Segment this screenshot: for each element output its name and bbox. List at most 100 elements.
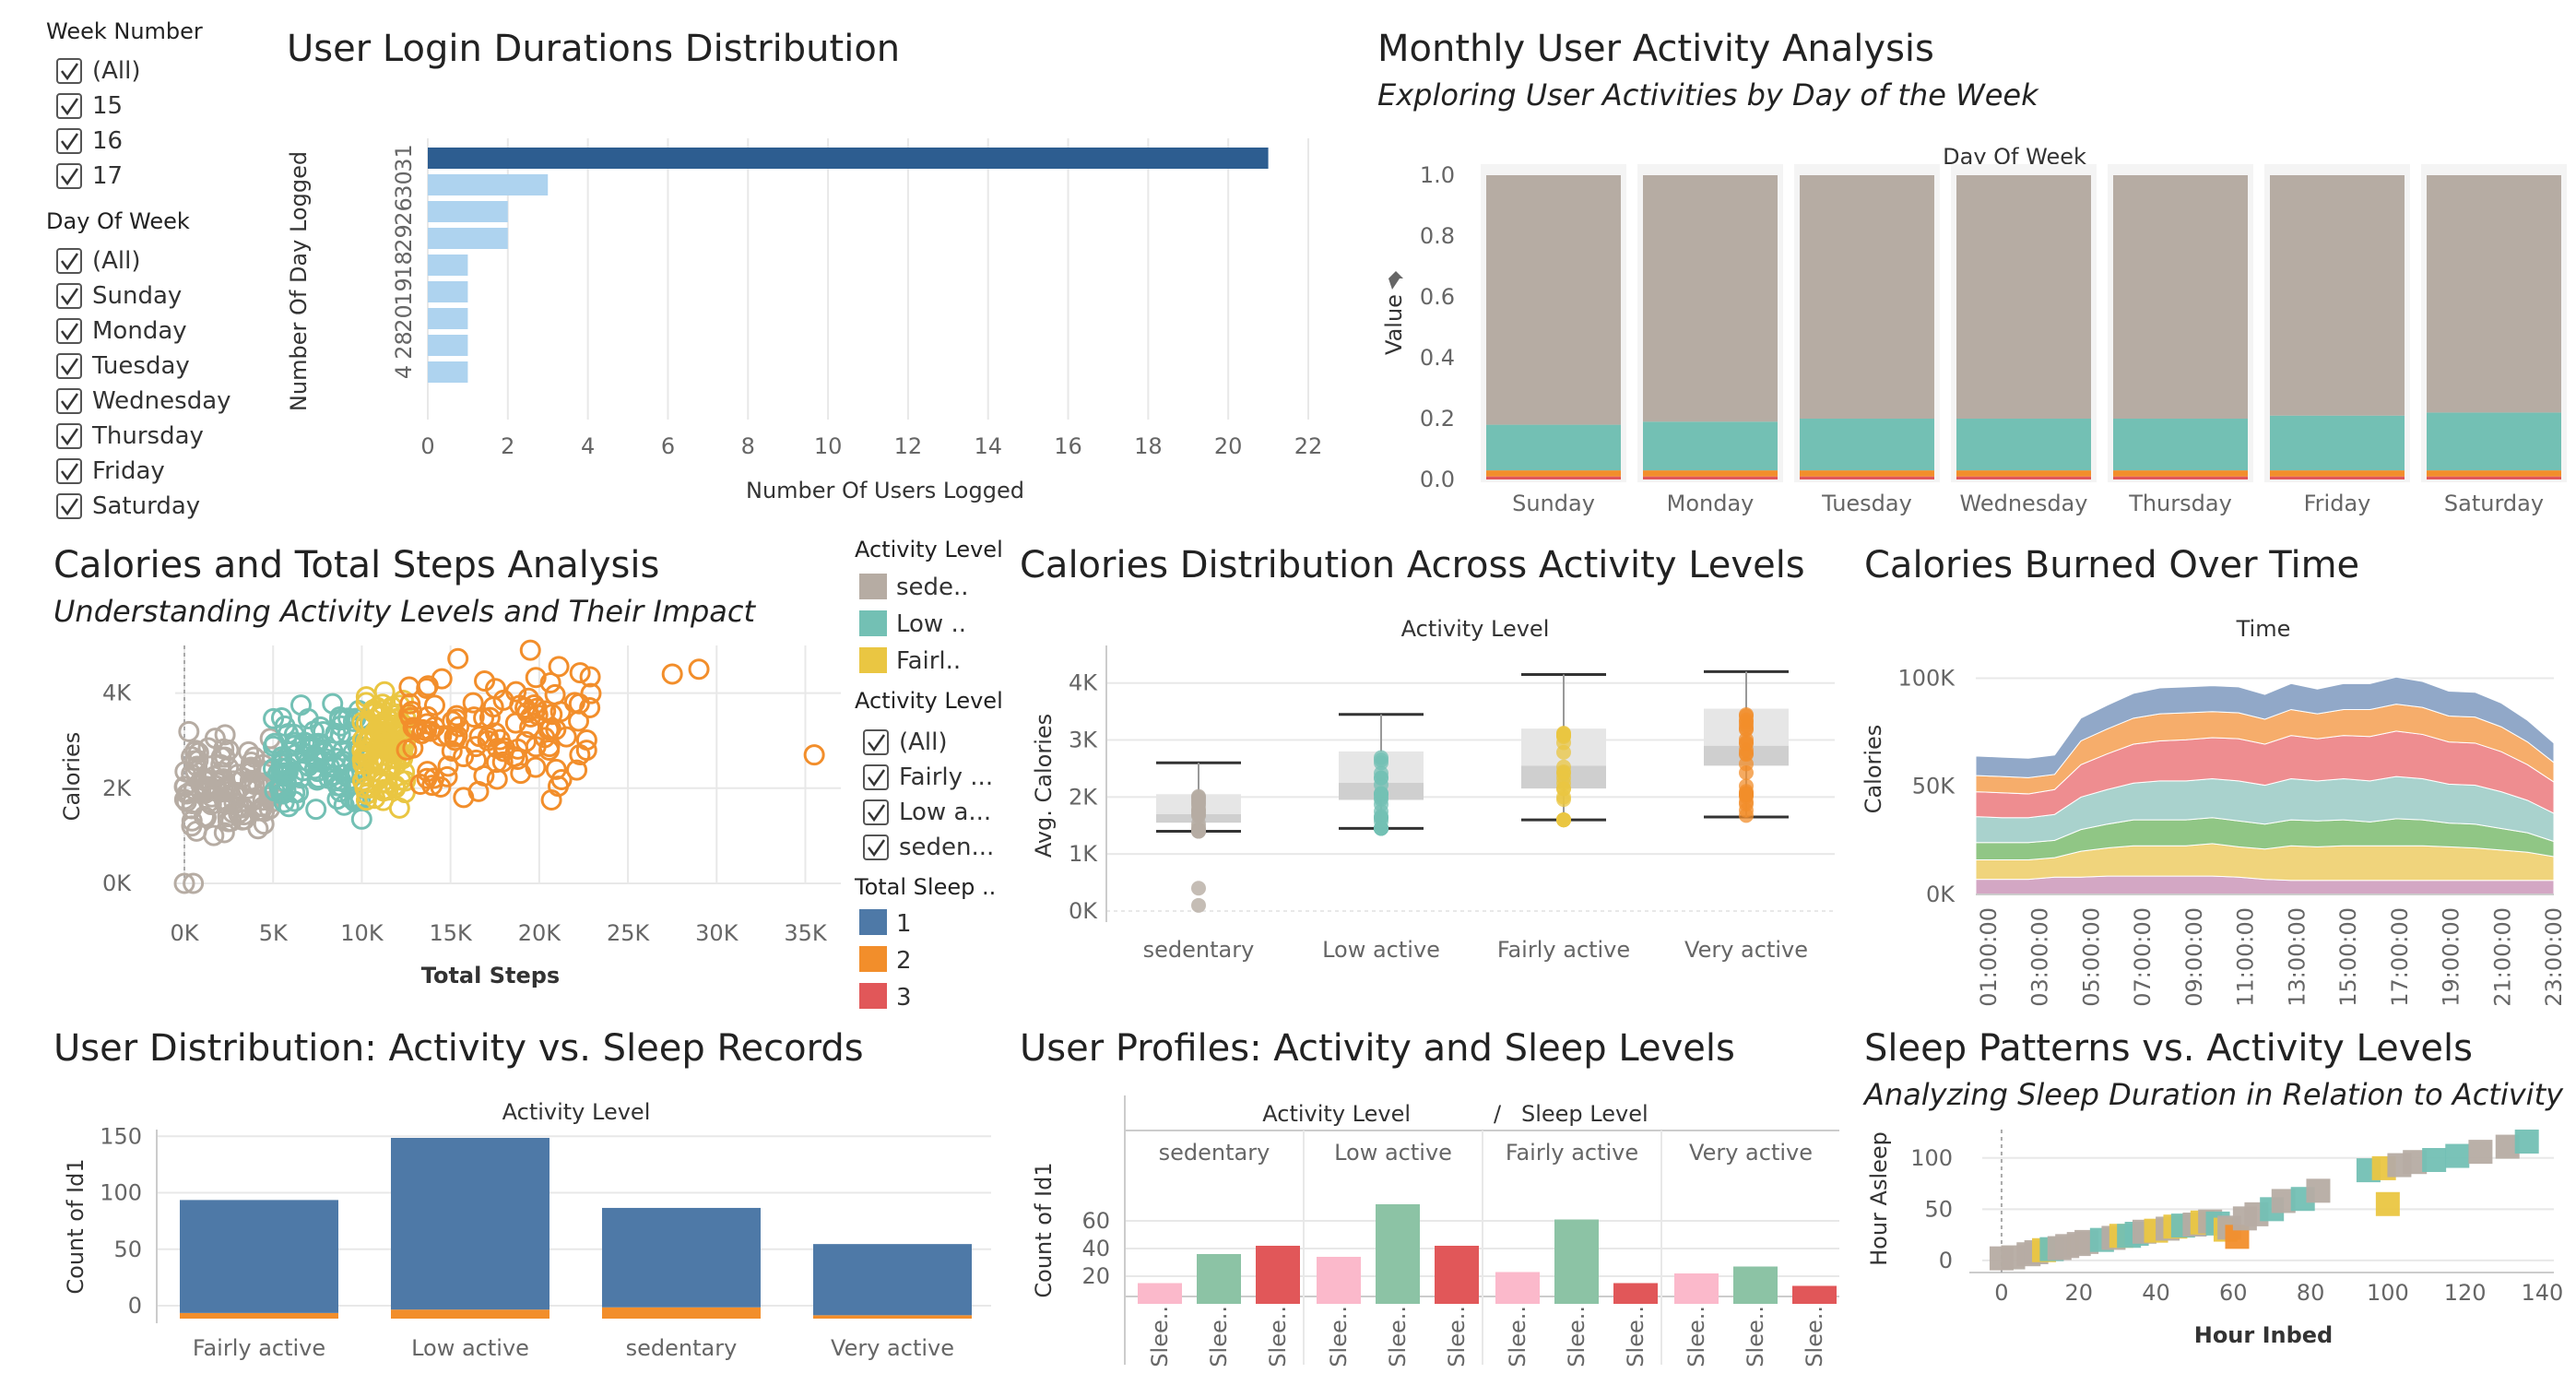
data-point[interactable] [1191, 823, 1206, 839]
outlier-point[interactable] [1191, 881, 1206, 896]
bar[interactable] [1197, 1254, 1241, 1304]
stacked-bar-segment[interactable] [1486, 424, 1621, 471]
stacked-bar-segment[interactable] [1486, 470, 1621, 477]
day-filter-item-box[interactable] [56, 388, 82, 414]
bar[interactable] [428, 148, 1269, 169]
data-point[interactable] [1556, 781, 1571, 797]
bar[interactable] [1733, 1266, 1778, 1305]
day-filter-item[interactable]: Monday [56, 317, 187, 345]
stacked-bar-segment[interactable] [1800, 476, 1934, 479]
bar[interactable] [428, 255, 468, 276]
bar[interactable] [1256, 1246, 1300, 1304]
week-filter-item[interactable]: (All) [56, 57, 141, 85]
bar[interactable] [1317, 1257, 1361, 1304]
bar[interactable] [1792, 1285, 1837, 1305]
bar[interactable] [428, 174, 549, 195]
stacked-bar-segment[interactable] [1643, 175, 1778, 422]
day-filter-item-box[interactable] [56, 353, 82, 379]
stacked-bar-segment[interactable] [1643, 470, 1778, 477]
activity-filter-item-box[interactable] [863, 835, 889, 860]
day-filter-item-box[interactable] [56, 248, 82, 274]
stacked-bar-segment[interactable] [1800, 175, 1934, 419]
data-point[interactable] [1556, 735, 1571, 751]
data-point[interactable] [1739, 746, 1754, 762]
activity-filter-item-box[interactable] [863, 799, 889, 825]
data-point[interactable] [1374, 765, 1388, 781]
data-point[interactable] [2468, 1140, 2493, 1165]
stacked-bar-segment[interactable] [1486, 476, 1621, 479]
stacked-bar-segment[interactable] [2113, 470, 2248, 477]
week-filter-item-box[interactable] [56, 58, 82, 84]
stacked-bar-segment[interactable] [2270, 415, 2405, 471]
data-point[interactable] [1374, 821, 1388, 836]
data-point[interactable] [2422, 1148, 2447, 1172]
bar[interactable] [428, 308, 468, 329]
data-point[interactable] [1374, 786, 1388, 801]
data-point[interactable] [1739, 708, 1754, 724]
day-filter-item[interactable]: Thursday [56, 422, 204, 450]
stacked-bar-segment[interactable] [1486, 175, 1621, 425]
data-point[interactable] [1191, 798, 1206, 813]
activity-filter-item[interactable]: (All) [863, 728, 948, 756]
data-point[interactable] [1556, 812, 1571, 828]
bar[interactable] [428, 281, 468, 302]
stacked-bar-segment[interactable] [602, 1207, 761, 1308]
stacked-bar-segment[interactable] [2427, 412, 2561, 471]
bar[interactable] [428, 335, 468, 356]
bar[interactable] [1376, 1204, 1420, 1304]
day-filter-item-box[interactable] [56, 318, 82, 344]
activity-filter-item[interactable]: seden... [863, 834, 994, 861]
activity-filter-item[interactable]: Low a... [863, 799, 991, 826]
day-filter-item[interactable]: Saturday [56, 492, 200, 520]
stacked-bar-segment[interactable] [1643, 476, 1778, 479]
stacked-bar-segment[interactable] [391, 1309, 549, 1319]
stacked-bar-segment[interactable] [2427, 175, 2561, 413]
bar[interactable] [1138, 1283, 1182, 1305]
stacked-bar-segment[interactable] [1956, 476, 2091, 479]
day-filter-item[interactable]: (All) [56, 247, 141, 275]
stacked-bar-segment[interactable] [2113, 476, 2248, 479]
stacked-bar-segment[interactable] [2113, 175, 2248, 419]
data-point[interactable] [2306, 1178, 2331, 1203]
day-filter-item[interactable]: Tuesday [56, 352, 190, 380]
day-filter-item[interactable]: Sunday [56, 282, 182, 310]
week-filter-item-box[interactable] [56, 128, 82, 154]
bar[interactable] [1613, 1283, 1658, 1305]
stacked-bar-segment[interactable] [2270, 175, 2405, 416]
bar[interactable] [1435, 1246, 1479, 1304]
stacked-bar-segment[interactable] [1956, 175, 2091, 419]
stacked-bar-segment[interactable] [602, 1307, 761, 1319]
stacked-bar-segment[interactable] [1800, 419, 1934, 471]
activity-filter-item-box[interactable] [863, 729, 889, 755]
bar[interactable] [1554, 1219, 1599, 1305]
stacked-bar-segment[interactable] [2270, 470, 2405, 477]
data-point[interactable] [1739, 731, 1754, 747]
day-filter-item-box[interactable] [56, 283, 82, 309]
stacked-bar-segment[interactable] [1643, 421, 1778, 471]
bar[interactable] [428, 228, 508, 249]
bar[interactable] [428, 361, 468, 383]
stacked-bar-segment[interactable] [2427, 470, 2561, 477]
day-filter-item-box[interactable] [56, 493, 82, 519]
data-point[interactable] [1739, 787, 1754, 802]
day-filter-item-box[interactable] [56, 458, 82, 484]
activity-filter-item[interactable]: Fairly ... [863, 764, 993, 791]
week-filter-item-box[interactable] [56, 163, 82, 189]
bar[interactable] [1674, 1273, 1719, 1304]
stacked-bar-segment[interactable] [391, 1138, 549, 1310]
stacked-bar-segment[interactable] [813, 1244, 972, 1316]
stacked-bar-segment[interactable] [2270, 476, 2405, 479]
data-point[interactable] [2375, 1191, 2400, 1216]
week-filter-item-box[interactable] [56, 93, 82, 119]
outlier-point[interactable] [1191, 897, 1206, 913]
activity-filter-item-box[interactable] [863, 764, 889, 790]
data-point[interactable] [2514, 1130, 2539, 1154]
stacked-bar-segment[interactable] [813, 1315, 972, 1319]
stacked-bar-segment[interactable] [2113, 419, 2248, 471]
day-filter-item[interactable]: Friday [56, 457, 165, 485]
data-point[interactable] [2445, 1143, 2470, 1168]
stacked-bar-segment[interactable] [180, 1312, 338, 1319]
bar[interactable] [428, 201, 508, 222]
stacked-bar-segment[interactable] [1956, 470, 2091, 477]
data-point[interactable] [1556, 765, 1571, 781]
